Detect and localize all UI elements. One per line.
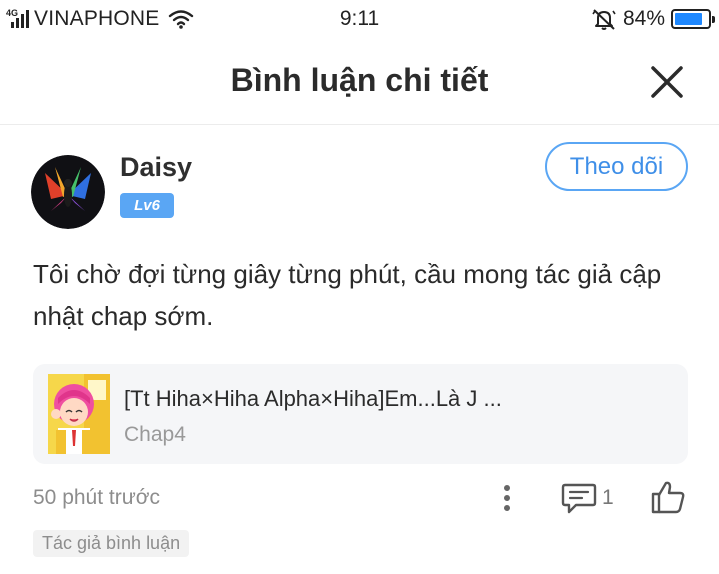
chapter-number: Chap4: [124, 423, 186, 446]
alarm-off-icon: [592, 9, 616, 30]
battery-percent: 84%: [622, 7, 665, 30]
avatar[interactable]: [31, 155, 105, 229]
like-icon[interactable]: [650, 479, 686, 515]
chapter-card[interactable]: [Tt Hiha×Hiha Alpha×Hiha]Em...Là J ... C…: [33, 364, 688, 464]
author-comment-tag: Tác giả bình luận: [33, 530, 190, 557]
page-title: Bình luận chi tiết: [230, 62, 489, 98]
battery-fill: [675, 13, 702, 25]
comment-text: Tôi chờ đợi từng giây từng phút, cầu mon…: [33, 259, 662, 331]
username[interactable]: Daisy: [120, 152, 192, 183]
chapter-thumbnail: [48, 374, 110, 454]
page-header: Bình luận chi tiết: [0, 38, 719, 125]
battery-icon: [671, 9, 715, 29]
reply-icon[interactable]: [560, 481, 598, 515]
level-badge: Lv6: [120, 193, 174, 218]
close-icon[interactable]: [645, 60, 689, 104]
follow-button[interactable]: Theo dõi: [545, 142, 688, 191]
chapter-title: [Tt Hiha×Hiha Alpha×Hiha]Em...Là J ...: [124, 386, 502, 411]
more-options-icon[interactable]: [496, 483, 518, 513]
comment-timestamp: 50 phút trước: [33, 486, 161, 509]
avatar-image: [31, 155, 105, 229]
reply-count: 1: [602, 486, 614, 509]
status-bar: 4G VINAPHONE 9:11 84%: [0, 0, 719, 38]
status-right: 84%: [591, 6, 715, 32]
